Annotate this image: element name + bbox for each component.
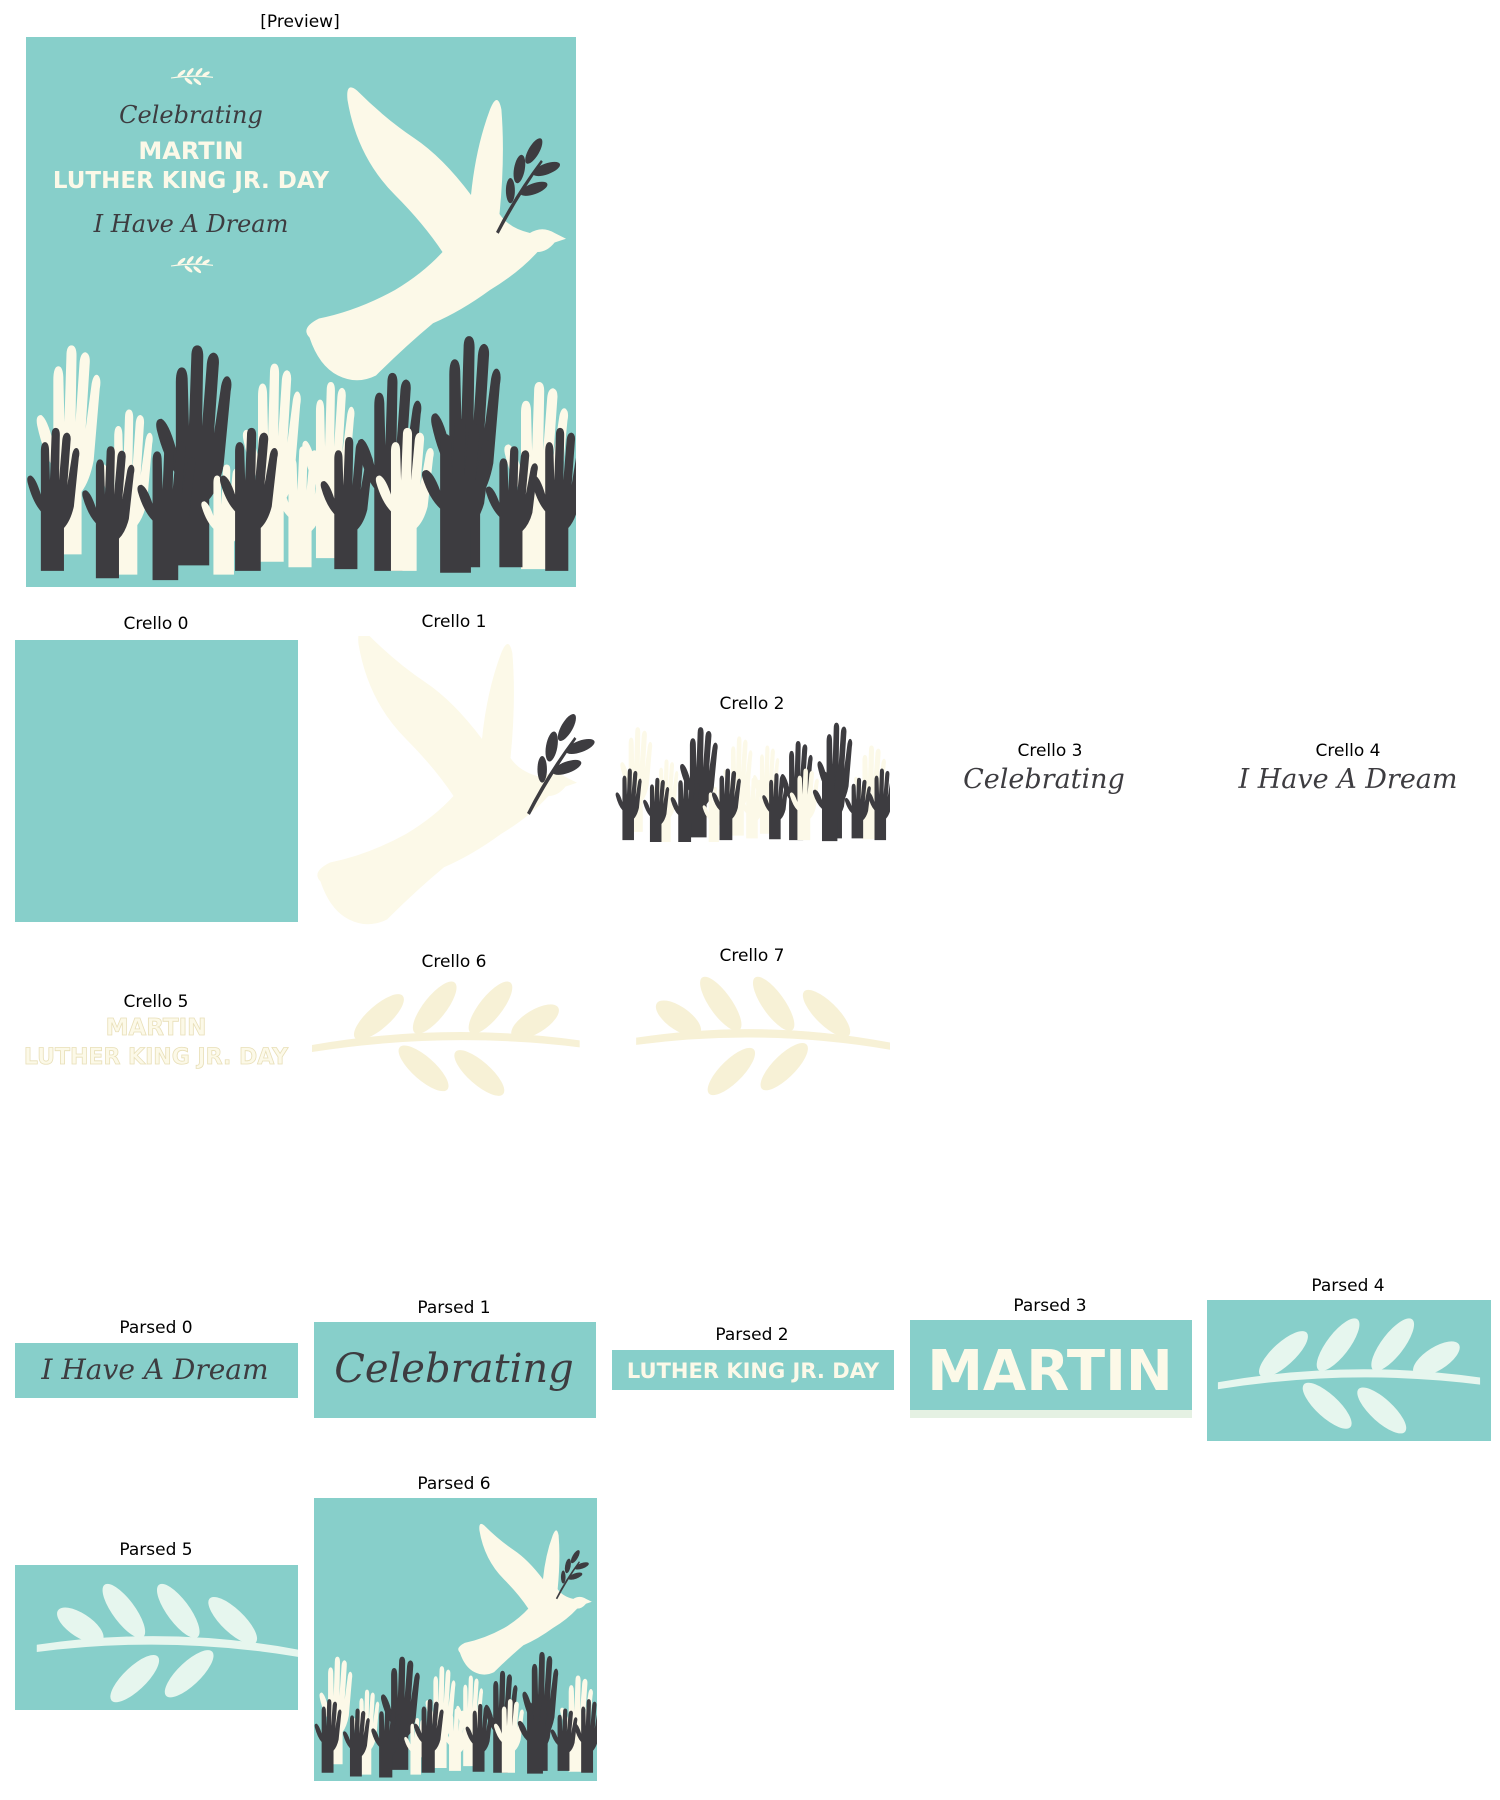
parsed-1-crop: Celebrating [314, 1322, 596, 1418]
crello-5-label: Crello 5 [123, 992, 189, 1012]
preview-title-line2: LUTHER KING JR. DAY [53, 168, 330, 194]
crello-1-label: Crello 1 [421, 612, 487, 632]
parsed-4-sprig [1217, 1311, 1481, 1441]
parsed-5-sprig [36, 1577, 298, 1710]
parsed-2-label: Parsed 2 [715, 1325, 789, 1345]
crello-3-layer: Celebrating [960, 758, 1140, 798]
parsed-3-cut-line [910, 1410, 1192, 1418]
preview-celebrating-text: Celebrating [119, 101, 263, 129]
parsed-5-crop [15, 1565, 298, 1710]
parsed-0-crop: I Have A Dream [15, 1343, 298, 1398]
parsed-0-label: Parsed 0 [119, 1318, 193, 1338]
crello-5-title-line2: LUTHER KING JR. DAY [24, 1045, 289, 1070]
crello-6-sprig [312, 975, 580, 1103]
parsed-2-crop: LUTHER KING JR. DAY [612, 1350, 894, 1390]
crello-7-label: Crello 7 [719, 946, 785, 966]
parsed-6-label: Parsed 6 [417, 1474, 491, 1494]
crello-2-hands [616, 723, 890, 842]
parsed-3-label: Parsed 3 [1013, 1296, 1087, 1316]
preview-canvas: Celebrating MARTIN LUTHER KING JR. DAY I… [26, 37, 576, 587]
parsed-4-label: Parsed 4 [1311, 1276, 1385, 1296]
crello-1-layer [312, 636, 602, 926]
crello-6-layer [312, 975, 602, 1115]
crello-3-celebrating-text: Celebrating [963, 764, 1125, 795]
preview-title-line1: MARTIN [138, 137, 243, 165]
parsed-6-crop [314, 1498, 597, 1781]
crello-6-label: Crello 6 [421, 952, 487, 972]
preview-label: [Preview] [260, 12, 340, 32]
parsed-4-crop [1207, 1300, 1491, 1441]
crello-5-layer: MARTIN LUTHER KING JR. DAY [15, 1012, 298, 1072]
preview-dream-text: I Have A Dream [93, 210, 289, 238]
crello-5-title-line1: MARTIN [106, 1015, 207, 1041]
parsed-3-crop: MARTIN [910, 1320, 1192, 1418]
crello-4-dream-text: I Have A Dream [1237, 764, 1457, 795]
parsed-1-label: Parsed 1 [417, 1298, 491, 1318]
parsed-3-martin-text: MARTIN [927, 1339, 1173, 1404]
crello-1-dove [317, 636, 577, 925]
crello-7-layer [615, 970, 890, 1115]
crello-1-branch [527, 711, 597, 815]
parsed-2-lkjd-text: LUTHER KING JR. DAY [627, 1359, 880, 1383]
crello-0-label: Crello 0 [123, 614, 189, 634]
parsed-0-dream-text: I Have A Dream [40, 1353, 268, 1386]
crello-4-layer: I Have A Dream [1220, 758, 1480, 798]
parsed-5-label: Parsed 5 [119, 1540, 193, 1560]
parsed-1-celebrating-text: Celebrating [334, 1346, 574, 1392]
crello-7-sprig [636, 970, 890, 1103]
crello-2-layer [615, 718, 890, 842]
crello-0-layer [15, 640, 298, 922]
crello-2-label: Crello 2 [719, 694, 785, 714]
